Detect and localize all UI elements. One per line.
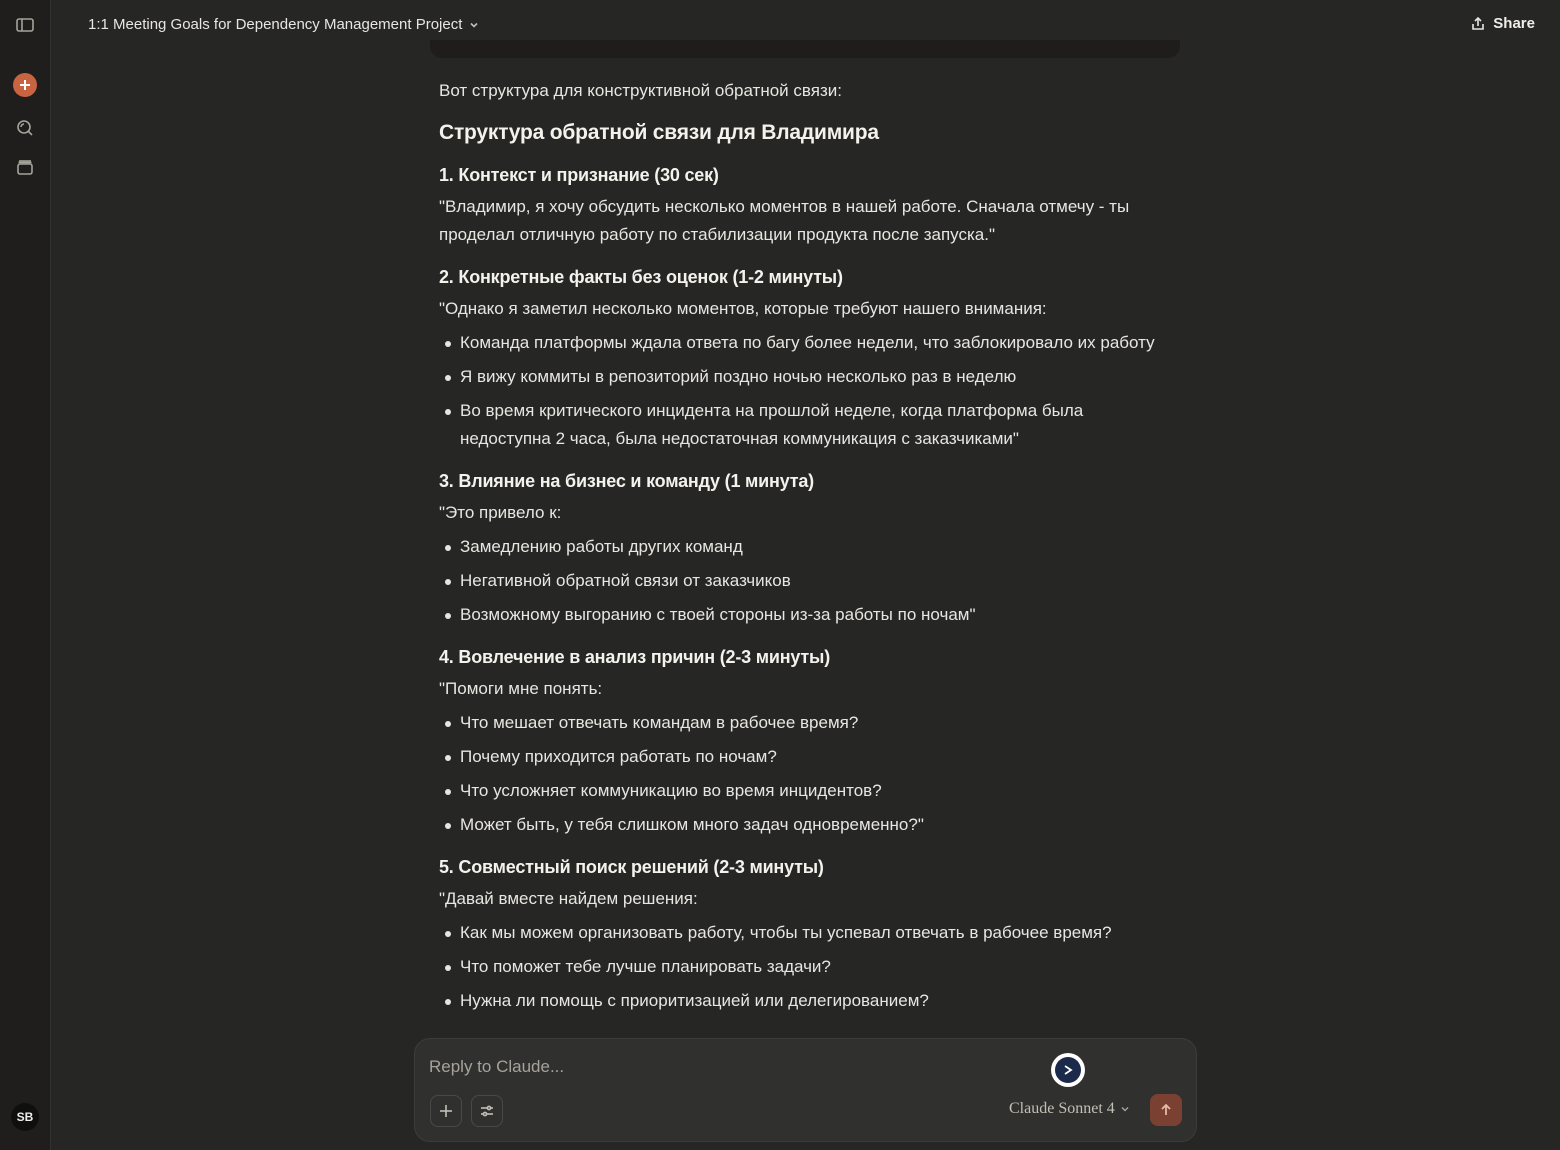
message-heading: Структура обратной связи для Владимира (439, 121, 879, 144)
composer: Claude Sonnet 4 (414, 1038, 1197, 1142)
new-chat-button[interactable] (13, 73, 37, 97)
list-item: Как мы можем организовать работу, чтобы … (439, 919, 1169, 947)
chevron-down-icon (470, 22, 478, 28)
assistant-message: Вот структура для конструктивной обратно… (439, 77, 1169, 1029)
section-title: 2. Конкретные факты без оценок (1-2 мину… (439, 267, 843, 287)
section-4: 4. Вовлечение в анализ причин (2-3 минут… (439, 643, 1169, 839)
previous-message-card (430, 40, 1180, 58)
list-item: Команда платформы ждала ответа по багу б… (439, 329, 1169, 357)
list-item: Возможному выгоранию с твоей стороны из-… (439, 601, 1169, 629)
list-item: Негативной обратной связи от заказчиков (439, 567, 1169, 595)
tools-sliders-icon (481, 1105, 493, 1117)
share-label: Share (1493, 15, 1535, 32)
archive-icon[interactable] (12, 154, 38, 180)
bullet-list: Что мешает отвечать командам в рабочее в… (439, 709, 1169, 839)
sidebar: SB (0, 0, 51, 1150)
section-text: "Однако я заметил несколько моментов, ко… (439, 299, 1047, 318)
list-item: Замедлению работы других команд (439, 533, 1169, 561)
section-text: "Помоги мне понять: (439, 679, 603, 698)
share-icon (1472, 16, 1485, 30)
search-chat-icon[interactable] (12, 115, 38, 141)
share-button[interactable]: Share (1470, 15, 1535, 32)
section-text: "Давай вместе найдем решения: (439, 889, 698, 908)
send-button[interactable] (1150, 1094, 1182, 1126)
section-text: "Это привело к: (439, 503, 562, 522)
section-3: 3. Влияние на бизнес и команду (1 минута… (439, 467, 1169, 629)
avatar-initials: SB (16, 1110, 34, 1124)
section-2: 2. Конкретные факты без оценок (1-2 мину… (439, 263, 1169, 453)
list-item: Я вижу коммиты в репозиторий поздно ночь… (439, 363, 1169, 391)
list-item: Что мешает отвечать командам в рабочее в… (439, 709, 1169, 737)
list-item: Почему приходится работать по ночам? (439, 743, 1169, 771)
sidebar-toggle-icon[interactable] (12, 12, 38, 38)
plus-icon (440, 1105, 452, 1117)
bullet-list: Замедлению работы других команд Негативн… (439, 533, 1169, 629)
model-label: Claude Sonnet 4 (1009, 1100, 1115, 1117)
bullet-list: Как мы можем организовать работу, чтобы … (439, 919, 1169, 1015)
message-intro: Вот структура для конструктивной обратно… (439, 81, 842, 100)
chat-title: 1:1 Meeting Goals for Dependency Managem… (88, 16, 463, 33)
extension-icon[interactable] (1051, 1053, 1085, 1087)
section-title: 3. Влияние на бизнес и команду (1 минута… (439, 471, 814, 491)
section-title: 1. Контекст и признание (30 сек) (439, 165, 719, 185)
list-item: Может быть, у тебя слишком много задач о… (439, 811, 1169, 839)
list-item: Что поможет тебе лучше планировать задач… (439, 953, 1169, 981)
add-attachment-button[interactable] (430, 1095, 462, 1127)
chevron-down-icon (1121, 1107, 1129, 1112)
list-item: Нужна ли помощь с приоритизацией или дел… (439, 987, 1169, 1015)
section-title: 5. Совместный поиск решений (2-3 минуты) (439, 857, 824, 877)
section-text: "Владимир, я хочу обсудить несколько мом… (439, 197, 1130, 244)
list-item: Во время критического инцидента на прошл… (439, 397, 1169, 453)
bullet-list: Команда платформы ждала ответа по багу б… (439, 329, 1169, 453)
section-5: 5. Совместный поиск решений (2-3 минуты)… (439, 853, 1169, 1015)
section-title: 4. Вовлечение в анализ причин (2-3 минут… (439, 647, 831, 667)
tools-button[interactable] (471, 1095, 503, 1127)
avatar[interactable]: SB (11, 1103, 39, 1131)
arrow-up-icon (1161, 1103, 1171, 1115)
chat-title-button[interactable]: 1:1 Meeting Goals for Dependency Managem… (88, 16, 480, 33)
model-selector[interactable]: Claude Sonnet 4 (1009, 1100, 1131, 1118)
list-item: Что усложняет коммуникацию во время инци… (439, 777, 1169, 805)
section-1: 1. Контекст и признание (30 сек) "Владим… (439, 161, 1169, 249)
reply-input[interactable] (429, 1053, 1029, 1081)
